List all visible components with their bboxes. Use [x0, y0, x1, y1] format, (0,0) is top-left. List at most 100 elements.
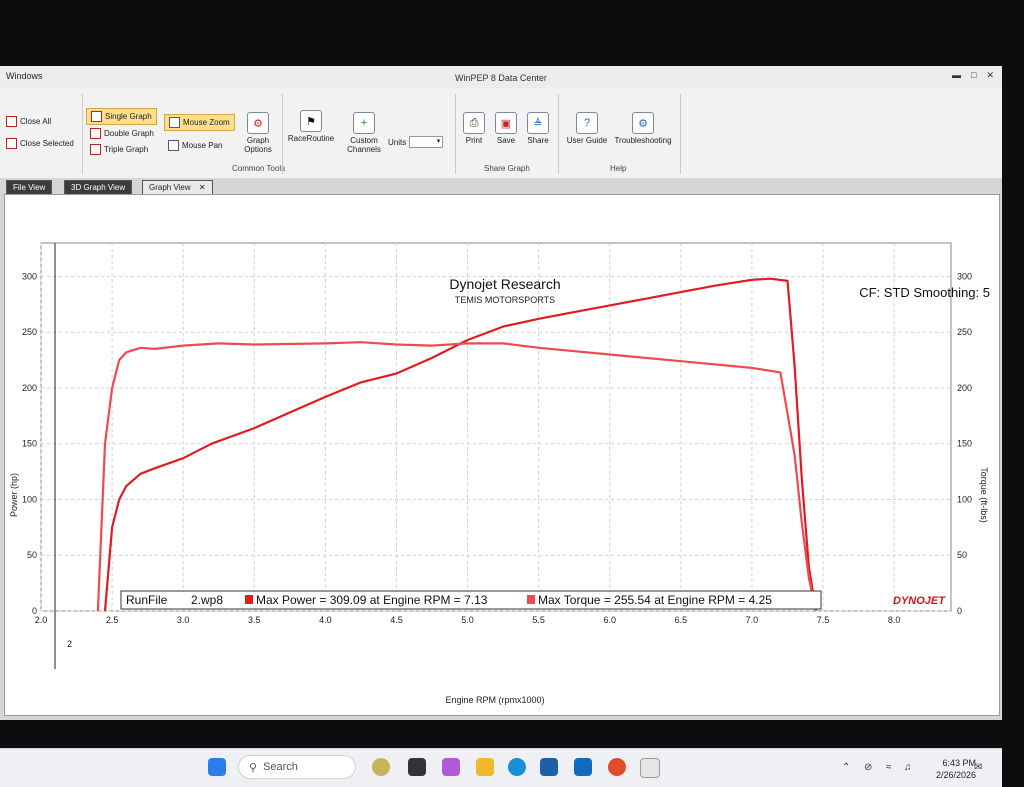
cursor-label: 2 — [67, 639, 72, 649]
close-tab-icon[interactable]: ✕ — [199, 183, 206, 192]
user-guide-button[interactable]: ? User Guide — [566, 112, 608, 145]
clock[interactable]: 6:43 PM 2/26/2026 — [936, 757, 976, 781]
user-guide-label: User Guide — [566, 136, 608, 145]
legend-max-power: Max Power = 309.09 at Engine RPM = 7.13 — [256, 593, 488, 607]
tab-3d-graph-view[interactable]: 3D Graph View — [64, 180, 133, 195]
hand-icon — [168, 140, 179, 151]
x-tick-label: 3.5 — [248, 615, 261, 625]
race-routine-button[interactable]: ⚑ RaceRoutine — [286, 110, 336, 143]
start-icon[interactable] — [208, 758, 226, 776]
ribbon: Close All Close Selected Single Graph Do… — [0, 88, 1002, 179]
ribbon-divider — [680, 94, 681, 174]
search-icon: ⚲ — [249, 761, 258, 774]
graph-options-label: Graph Options — [244, 136, 272, 154]
file-explorer-icon[interactable] — [476, 758, 494, 776]
share-button[interactable]: ≜ Share — [526, 112, 550, 145]
print-label: Print — [465, 136, 483, 145]
search-placeholder: Search — [263, 761, 298, 773]
double-graph-label: Double Graph — [104, 129, 154, 138]
x-tick-label: 4.0 — [319, 615, 332, 625]
units-select[interactable]: ▾ — [409, 136, 444, 148]
chart-title: Dynojet Research — [449, 276, 560, 292]
single-graph-button[interactable]: Single Graph — [86, 108, 157, 125]
legend-power-swatch — [245, 595, 253, 604]
add-channel-icon: + — [353, 112, 375, 134]
share-graph-group-label: Share Graph — [484, 164, 530, 173]
close-all-icon — [6, 116, 17, 127]
ribbon-divider — [455, 94, 456, 174]
close-selected-button[interactable]: Close Selected — [6, 138, 74, 149]
save-label: Save — [496, 136, 516, 145]
x-tick-label: 6.5 — [675, 615, 688, 625]
close-all-button[interactable]: Close All — [6, 116, 51, 127]
view-tabs: File View 3D Graph View Graph View ✕ — [0, 178, 1002, 195]
y2-tick-label: 300 — [957, 271, 972, 281]
browser-icon[interactable] — [608, 758, 626, 776]
window-controls: ▬ □ ✕ — [952, 70, 994, 81]
troubleshooting-button[interactable]: ⚙ Troubleshooting — [614, 112, 672, 145]
graph-options-button[interactable]: ⚙ Graph Options — [238, 112, 278, 154]
triple-graph-button[interactable]: Triple Graph — [90, 144, 148, 155]
y2-tick-label: 0 — [957, 606, 962, 616]
legend-torque-swatch — [527, 595, 535, 604]
x-tick-label: 3.0 — [177, 615, 190, 625]
x-tick-label: 5.0 — [461, 615, 474, 625]
legend-box: RunFile 2.wp8 Max Power = 309.09 at Engi… — [120, 590, 822, 610]
y2-tick-label: 150 — [957, 439, 972, 449]
outlook-icon[interactable] — [574, 758, 592, 776]
ribbon-divider — [82, 94, 83, 174]
edge-icon[interactable] — [508, 758, 526, 776]
task-view-icon[interactable] — [408, 758, 426, 776]
print-button[interactable]: ⎙ Print — [462, 112, 486, 145]
tab-graph-view-label: Graph View — [149, 183, 191, 192]
ribbon-divider — [282, 94, 283, 174]
graph-options-icon: ⚙ — [247, 112, 269, 134]
race-routine-label: RaceRoutine — [287, 134, 335, 143]
double-graph-icon — [90, 128, 101, 139]
y2-tick-label: 250 — [957, 327, 972, 337]
y2-tick-label: 50 — [957, 550, 967, 560]
save-button[interactable]: ▣ Save — [494, 112, 518, 145]
triple-graph-icon — [90, 144, 101, 155]
units-label: Units — [388, 137, 407, 147]
y-tick-label: 100 — [22, 494, 37, 504]
minimize-icon[interactable]: ▬ — [952, 70, 961, 81]
store-icon[interactable] — [540, 758, 558, 776]
y-tick-label: 200 — [22, 383, 37, 393]
clock-date: 2/26/2026 — [935, 770, 976, 780]
tab-file-view[interactable]: File View — [6, 180, 53, 195]
mouse-pan-button[interactable]: Mouse Pan — [168, 140, 222, 151]
units-control: Units ▾ — [388, 136, 444, 148]
single-graph-icon — [91, 111, 102, 122]
close-icon[interactable]: ✕ — [986, 70, 994, 81]
maximize-icon[interactable]: □ — [971, 70, 976, 81]
window-title: WinPEP 8 Data Center — [455, 73, 547, 83]
y-tick-label: 300 — [22, 271, 37, 281]
x-tick-label: 2.0 — [35, 615, 48, 625]
x-axis-label: Engine RPM (rpmx1000) — [445, 695, 544, 705]
winpep-app-icon[interactable] — [640, 758, 660, 778]
x-tick-label: 2.5 — [106, 615, 119, 625]
widget-icon[interactable] — [372, 758, 390, 776]
dynojet-logo: DYNOJET — [893, 595, 946, 607]
y-tick-label: 150 — [22, 439, 37, 449]
y-tick-label: 250 — [22, 327, 37, 337]
x-tick-labels: 2.0 2.5 3.0 3.5 4.0 4.5 5.0 5.5 6.0 6.5 7.0 7.5 8.0 — [35, 615, 901, 625]
share-icon: ≜ — [527, 112, 549, 134]
tab-graph-view[interactable]: Graph View ✕ — [142, 180, 213, 195]
mouse-zoom-button[interactable]: Mouse Zoom — [164, 114, 235, 131]
y2-tick-labels: 0 50 100 150 200 250 300 — [957, 271, 972, 616]
x-tick-label: 7.5 — [817, 615, 830, 625]
taskbar-search[interactable]: ⚲ Search — [238, 755, 356, 779]
copilot-icon[interactable] — [442, 758, 460, 776]
double-graph-button[interactable]: Double Graph — [90, 128, 154, 139]
y-tick-label: 0 — [32, 606, 37, 616]
custom-channels-button[interactable]: + Custom Channels — [344, 112, 384, 154]
checkered-flag-icon: ⚑ — [300, 110, 322, 132]
user-guide-icon: ? — [576, 112, 598, 134]
mouse-pan-label: Mouse Pan — [182, 141, 223, 150]
triple-graph-label: Triple Graph — [104, 145, 149, 154]
x-tick-label: 7.0 — [746, 615, 759, 625]
y2-axis-label: Torque (ft-lbs) — [979, 467, 989, 523]
troubleshooting-icon: ⚙ — [632, 112, 654, 134]
